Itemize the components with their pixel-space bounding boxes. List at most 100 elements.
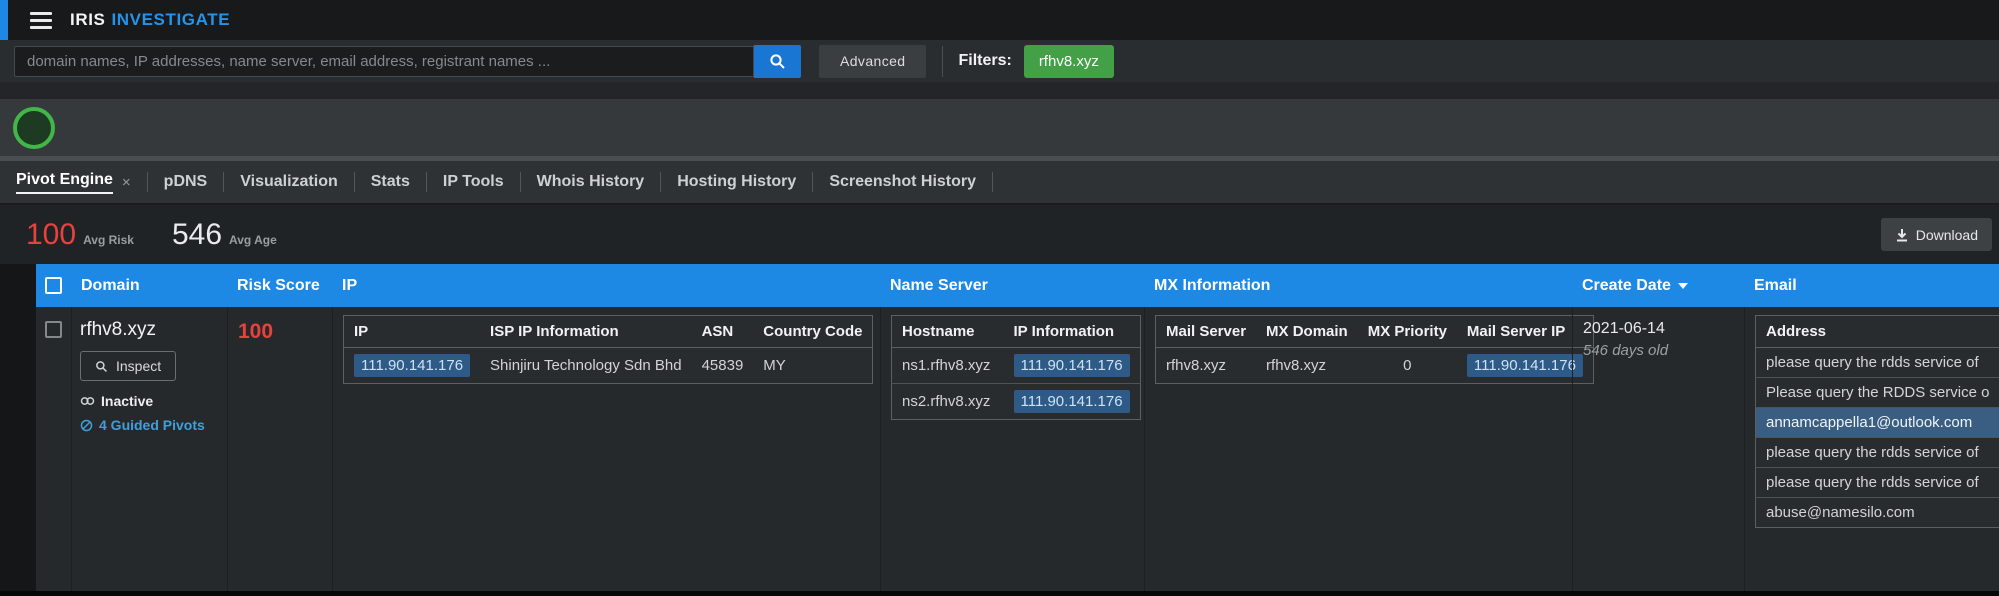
search-divider: [942, 45, 944, 77]
mx-domain: rfhv8.xyz: [1266, 357, 1327, 374]
ip-row: 111.90.141.176 Shinjiru Technology Sdn B…: [344, 348, 873, 384]
top-bar: IRIS INVESTIGATE: [0, 0, 1999, 40]
table-header: Domain Risk Score IP Name Server MX Info…: [36, 264, 1999, 307]
avg-risk-stat: 100 Avg Risk: [26, 218, 134, 252]
inspect-search-icon: [96, 360, 108, 372]
domain-cell: rfhv8.xyz Inspect Inactive 4 Guided Pivo…: [71, 307, 227, 591]
avg-age-label: Avg Age: [229, 232, 277, 247]
header-name-server[interactable]: Name Server: [880, 277, 1144, 295]
header-create-date[interactable]: Create Date: [1572, 277, 1744, 295]
mx-ip-value[interactable]: 111.90.141.176: [1466, 354, 1583, 377]
name-server-cell: Hostname IP Information ns1.rfhv8.xyz 11…: [880, 307, 1144, 591]
gap-band: [0, 82, 1999, 99]
isp-subheader: ISP IP Information: [480, 315, 692, 348]
tab-bar: Pivot Engine × pDNS Visualization Stats …: [0, 161, 1999, 205]
ip-cell: IP ISP IP Information ASN Country Code 1…: [332, 307, 880, 591]
mx-priority: 0: [1403, 357, 1412, 374]
address-subheader: Address: [1755, 315, 1999, 348]
mx-subtable: Mail Server MX Domain MX Priority Mail S…: [1155, 315, 1594, 384]
brand-secondary: INVESTIGATE: [111, 10, 231, 29]
header-mx-information[interactable]: MX Information: [1144, 277, 1572, 295]
create-date-value: 2021-06-14: [1583, 320, 1665, 337]
header-risk-score[interactable]: Risk Score: [227, 277, 332, 295]
results-table-section: Domain Risk Score IP Name Server MX Info…: [0, 264, 1999, 591]
mx-mail-server: rfhv8.xyz: [1166, 357, 1227, 374]
ip-information-subheader: IP Information: [1003, 315, 1141, 348]
ns-hostname: ns2.rfhv8.xyz: [902, 393, 991, 410]
email-cell: Address please query the rdds service of…: [1744, 307, 1999, 591]
ip-value[interactable]: 111.90.141.176: [354, 354, 471, 377]
guided-pivots-icon: [80, 419, 93, 431]
risk-score-value: 100: [238, 320, 274, 343]
search-icon: [770, 53, 785, 69]
sort-desc-icon: [1677, 282, 1688, 289]
asn-subheader: ASN: [691, 315, 754, 348]
mx-domain-subheader: MX Domain: [1256, 315, 1358, 348]
tab-stats[interactable]: Stats: [355, 161, 426, 203]
stats-row: 100 Avg Risk 546 Avg Age Download: [0, 205, 1999, 264]
create-date-cell: 2021-06-14 546 days old: [1572, 307, 1744, 591]
header-email[interactable]: Email: [1744, 277, 1999, 295]
header-checkbox-cell: [36, 277, 71, 294]
header-ip[interactable]: IP: [332, 277, 880, 295]
ns-row: ns1.rfhv8.xyz 111.90.141.176: [891, 348, 1141, 384]
domain-name[interactable]: rfhv8.xyz: [80, 319, 227, 341]
country-code-subheader: Country Code: [753, 315, 873, 348]
search-bar: Advanced Filters: rfhv8.xyz: [0, 40, 1999, 82]
tab-pivot-engine[interactable]: Pivot Engine ×: [0, 161, 147, 203]
avg-age-stat: 546 Avg Age: [172, 218, 277, 252]
tab-ip-tools[interactable]: IP Tools: [427, 161, 520, 203]
status-label: Inactive: [101, 393, 154, 409]
select-all-checkbox[interactable]: [45, 277, 62, 294]
inactive-icon: [80, 397, 95, 405]
domain-status: Inactive: [80, 393, 227, 409]
tab-hosting-history[interactable]: Hosting History: [661, 161, 812, 203]
ns-ip-value[interactable]: 111.90.141.176: [1013, 354, 1130, 377]
avg-risk-value: 100: [26, 217, 77, 251]
avg-age-value: 546: [171, 217, 223, 251]
status-ring-icon: [13, 106, 55, 149]
inspect-button[interactable]: Inspect: [80, 351, 177, 381]
filter-chip[interactable]: rfhv8.xyz: [1023, 44, 1114, 78]
ns-ip-value[interactable]: 111.90.141.176: [1013, 390, 1130, 413]
domain-age: 546 days old: [1583, 342, 1669, 359]
download-icon: [1896, 228, 1907, 241]
advanced-button[interactable]: Advanced: [819, 44, 927, 78]
tab-visualization[interactable]: Visualization: [224, 161, 354, 203]
row-checkbox-cell: [36, 307, 71, 591]
search-input[interactable]: [14, 45, 754, 77]
hamburger-menu-icon[interactable]: [30, 11, 52, 29]
iris-investigate-app: IRIS INVESTIGATE Advanced Filters: rfhv8.…: [0, 0, 1999, 596]
tab-label: Pivot Engine: [16, 171, 113, 194]
risk-score-cell: 100: [227, 307, 332, 591]
status-band: [0, 99, 1999, 156]
ns-row: ns2.rfhv8.xyz 111.90.141.176: [892, 384, 1141, 420]
left-accent-strip: [0, 0, 8, 40]
tab-close-icon[interactable]: ×: [122, 174, 131, 191]
app-brand: IRIS INVESTIGATE: [70, 10, 230, 30]
tab-screenshot-history[interactable]: Screenshot History: [813, 161, 992, 203]
download-button[interactable]: Download: [1880, 218, 1992, 251]
tab-whois-history[interactable]: Whois History: [521, 161, 661, 203]
email-row-selected[interactable]: annamcappella1@outlook.com: [1755, 407, 1999, 438]
ns-hostname: ns1.rfhv8.xyz: [902, 357, 991, 374]
email-row[interactable]: Please query the RDDS service o: [1755, 378, 1999, 408]
email-row[interactable]: please query the rdds service of: [1755, 438, 1999, 468]
email-row[interactable]: please query the rdds service of: [1755, 348, 1999, 378]
brand-primary: IRIS: [70, 10, 106, 29]
tab-pdns[interactable]: pDNS: [148, 161, 224, 203]
filters-label: Filters:: [958, 52, 1012, 69]
ip-subtable: IP ISP IP Information ASN Country Code 1…: [343, 315, 874, 384]
email-row[interactable]: abuse@namesilo.com: [1756, 498, 1999, 528]
row-checkbox[interactable]: [45, 321, 62, 338]
guided-pivots-link[interactable]: 4 Guided Pivots: [80, 417, 227, 433]
download-label: Download: [1915, 226, 1978, 243]
search-button[interactable]: [754, 44, 801, 78]
email-row[interactable]: please query the rdds service of: [1755, 468, 1999, 498]
header-domain[interactable]: Domain: [71, 277, 227, 295]
mx-row: rfhv8.xyz rfhv8.xyz 0 111.90.141.176: [1156, 348, 1594, 384]
mx-priority-subheader: MX Priority: [1357, 315, 1457, 348]
mail-server-subheader: Mail Server: [1155, 315, 1257, 348]
country-code-value: MY: [763, 357, 786, 374]
mx-cell: Mail Server MX Domain MX Priority Mail S…: [1144, 307, 1594, 591]
